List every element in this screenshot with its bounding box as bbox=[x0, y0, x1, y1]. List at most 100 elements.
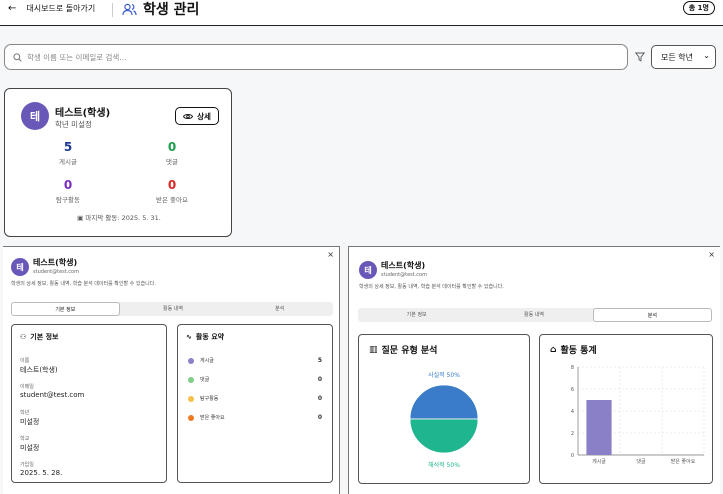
field-label: 학교 bbox=[20, 436, 30, 442]
stat-label: 댓글 bbox=[166, 158, 178, 166]
calendar-icon: ▣ bbox=[77, 214, 84, 222]
users-icon: ⚇ bbox=[20, 333, 27, 341]
student-grade: 학년 미설정 bbox=[55, 120, 92, 129]
stat-value: 0 bbox=[167, 178, 177, 192]
dot-icon bbox=[188, 396, 194, 402]
detail-description: 학생의 상세 정보, 활동 내역, 학습 분석 데이터를 확인할 수 있습니다. bbox=[359, 284, 504, 290]
stat-value: 0 bbox=[63, 178, 73, 192]
chevron-down-icon: ⌄ bbox=[703, 51, 710, 60]
stat-comments: 0 댓글 bbox=[132, 140, 212, 166]
student-card[interactable]: 테 테스트(학생) 학년 미설정 상세 5 게시글 0 댓글 0 탐구활동 0 … bbox=[4, 88, 232, 237]
page-title-text: 학생 관리 bbox=[143, 2, 200, 18]
dot-icon bbox=[188, 415, 194, 421]
page-root: ← 대시보드로 돌아가기 학생 관리 총 1명 모든 학년 ⌄ 테 bbox=[0, 0, 723, 494]
activity-row: 게시글 5 bbox=[188, 357, 322, 367]
activity-row: 댓글 0 bbox=[188, 376, 322, 386]
pie-slice bbox=[409, 418, 479, 454]
detail-name: 테스트(학생) bbox=[33, 258, 78, 267]
student-name: 테스트(학생) bbox=[55, 108, 111, 119]
stat-inquiry: 0 탐구활동 bbox=[28, 178, 108, 204]
student-detail-dialog-analysis: × 테 테스트(학생) student@test.com 학생의 상세 정보, … bbox=[348, 246, 720, 494]
search-icon bbox=[13, 53, 22, 62]
activity-label: 댓글 bbox=[200, 377, 210, 383]
bar-chart-icon: ▥ bbox=[369, 344, 378, 355]
avatar: 테 bbox=[359, 261, 377, 279]
close-icon[interactable]: × bbox=[708, 250, 715, 259]
bar-title-text: 활동 통계 bbox=[560, 346, 597, 356]
dot-icon bbox=[188, 358, 194, 364]
header-divider bbox=[112, 3, 113, 17]
activity-label: 게시글 bbox=[200, 358, 214, 364]
search-input[interactable] bbox=[27, 48, 617, 66]
detail-email: student@test.com bbox=[381, 272, 427, 278]
basic-info-box: ⚇ 기본 정보 이름 테스트(학생) 이메일 student@test.com … bbox=[11, 324, 167, 483]
pie-label: 사실적 50% bbox=[428, 371, 460, 379]
field-value: student@test.com bbox=[20, 391, 85, 399]
field-value: 미설정 bbox=[20, 444, 40, 452]
field-value: 테스트(학생) bbox=[20, 366, 58, 374]
search-box[interactable] bbox=[4, 44, 628, 70]
detail-button[interactable]: 상세 bbox=[175, 107, 219, 125]
last-activity-text: 마지막 활동: 2025. 5. 31. bbox=[85, 214, 161, 222]
stat-label: 받은 좋아요 bbox=[156, 196, 188, 204]
tab-analysis[interactable]: 분석 bbox=[226, 302, 333, 316]
pie-title: ▥ 질문 유형 분석 bbox=[369, 343, 438, 357]
bar bbox=[586, 400, 612, 455]
y-tick-label: 2 bbox=[571, 431, 574, 437]
field-label: 이메일 bbox=[20, 384, 34, 390]
basic-info-title: ⚇ 기본 정보 bbox=[20, 332, 58, 342]
grade-filter-value: 모든 학년 bbox=[661, 52, 693, 62]
grade-filter-select[interactable]: 모든 학년 ⌄ bbox=[651, 45, 716, 69]
stat-label: 탐구활동 bbox=[56, 196, 80, 204]
x-tick-label: 게시글 bbox=[592, 458, 606, 465]
activity-summary-title: ∿ 활동 요약 bbox=[186, 332, 224, 342]
bar-title: ⌂ 활동 통계 bbox=[550, 343, 597, 357]
x-tick-label: 댓글 bbox=[636, 458, 646, 465]
stat-label: 게시글 bbox=[59, 158, 77, 166]
bar-chart: 0 2 4 6 8 게시글 댓글 받은 좋아요 bbox=[571, 365, 705, 465]
tab-activity[interactable]: 활동 내역 bbox=[475, 308, 592, 322]
detail-tabs: 기본 정보 활동 내역 분석 bbox=[11, 302, 333, 316]
field-value: 2025. 5. 28. bbox=[20, 469, 63, 477]
detail-name: 테스트(학생) bbox=[381, 261, 426, 270]
detail-tabs: 기본 정보 활동 내역 분석 bbox=[358, 308, 712, 322]
tab-basic-info[interactable]: 기본 정보 bbox=[358, 308, 475, 322]
tab-analysis[interactable]: 분석 bbox=[592, 308, 712, 322]
activity-value: 0 bbox=[317, 376, 322, 383]
stat-value: 0 bbox=[167, 140, 177, 154]
eye-icon bbox=[183, 113, 194, 119]
pie-label: 해석적 50% bbox=[428, 461, 460, 469]
dot-icon bbox=[188, 377, 194, 383]
detail-description: 학생의 상세 정보, 활동 내역, 학습 분석 데이터를 확인할 수 있습니다. bbox=[11, 281, 156, 287]
y-tick-label: 6 bbox=[571, 387, 574, 393]
field-value: 미설정 bbox=[20, 418, 40, 426]
field-label: 이름 bbox=[20, 358, 30, 364]
pie-chart: 사실적 50% 해석적 50% bbox=[409, 371, 479, 469]
stat-likes: 0 받은 좋아요 bbox=[132, 178, 212, 204]
y-tick-label: 0 bbox=[571, 453, 574, 459]
pie-title-text: 질문 유형 분석 bbox=[381, 346, 438, 356]
avatar: 테 bbox=[21, 102, 49, 130]
y-tick-label: 8 bbox=[571, 365, 574, 371]
back-to-dashboard-button[interactable]: ← 대시보드로 돌아가기 bbox=[8, 3, 95, 14]
tab-activity[interactable]: 활동 내역 bbox=[120, 302, 227, 316]
student-count-badge: 총 1명 bbox=[682, 1, 715, 15]
x-tick-label: 받은 좋아요 bbox=[671, 458, 696, 465]
back-label: 대시보드로 돌아가기 bbox=[26, 4, 96, 13]
pie-slice bbox=[409, 384, 479, 420]
activity-row: 받은 좋아요 0 bbox=[188, 414, 322, 424]
stat-value: 5 bbox=[63, 140, 73, 154]
question-type-box: ▥ 질문 유형 분석 사실적 50% 해석적 50% bbox=[358, 334, 530, 484]
trophy-icon: ⌂ bbox=[550, 344, 557, 355]
activity-icon: ∿ bbox=[186, 333, 192, 341]
avatar: 테 bbox=[11, 258, 29, 276]
close-icon[interactable]: × bbox=[327, 250, 334, 259]
tab-basic-info[interactable]: 기본 정보 bbox=[11, 302, 120, 316]
arrow-left-icon: ← bbox=[8, 3, 17, 14]
last-activity: ▣ 마지막 활동: 2025. 5. 31. bbox=[5, 212, 233, 222]
field-label: 가입일 bbox=[20, 462, 34, 468]
filter-icon[interactable] bbox=[635, 52, 645, 62]
activity-label: 탐구활동 bbox=[200, 396, 219, 402]
detail-label: 상세 bbox=[197, 111, 211, 121]
activity-row: 탐구활동 0 bbox=[188, 395, 322, 405]
